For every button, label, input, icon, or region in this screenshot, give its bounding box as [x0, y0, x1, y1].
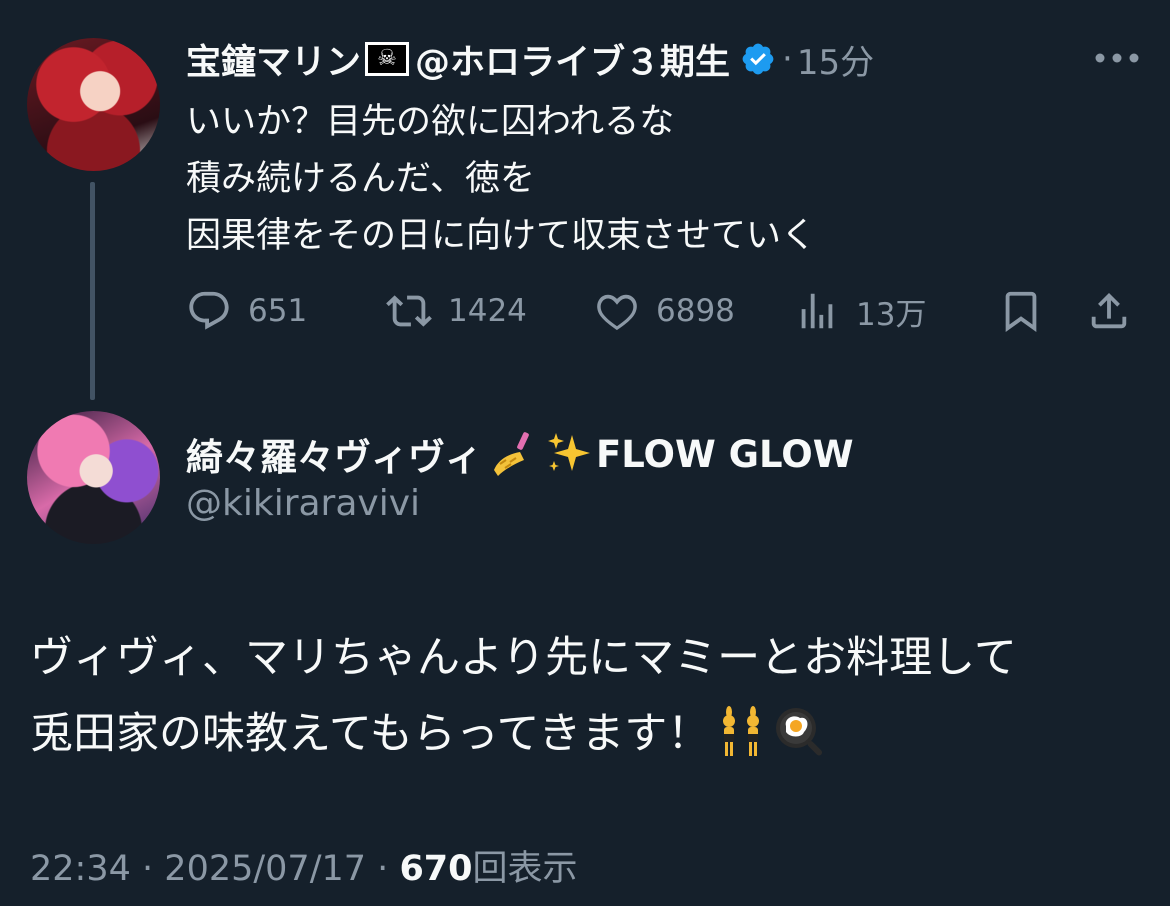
- parent-tweet-text: いいか？目先の欲に囚われるな 積み続けるんだ、徳を 因果律をその日に向けて収束さ…: [186, 94, 816, 265]
- views-button[interactable]: 13万: [794, 287, 926, 335]
- like-button[interactable]: 6898: [594, 287, 735, 335]
- tweet-text-line: 積み続けるんだ、徳を: [186, 159, 535, 199]
- bookmark-button[interactable]: [998, 287, 1060, 335]
- display-name[interactable]: 宝鐘マリン: [186, 34, 361, 85]
- avatar-vivi[interactable]: [27, 411, 160, 544]
- thread-connector-line: [90, 182, 95, 400]
- reply-icon: [189, 291, 229, 330]
- heart-icon: [597, 294, 637, 331]
- tweet-text-fragment: 兎田家の味教えてもらってきます！: [30, 709, 711, 759]
- reply-handle[interactable]: @kikiraravivi: [186, 483, 420, 524]
- cooking-pan-icon: [776, 708, 823, 756]
- footer-separator: ·: [377, 849, 389, 889]
- views-count: 13万: [856, 296, 927, 333]
- retweet-button[interactable]: 1424: [386, 287, 527, 335]
- parent-tweet-header: 宝鐘マリン ☠ @ホロライブ３期生 · 15分: [186, 34, 874, 84]
- tweet-separator: ·: [782, 39, 793, 79]
- display-name-suffix: FLOW GLOW: [596, 432, 854, 476]
- tweet-text-line: 兎田家の味教えてもらってきます！: [30, 696, 1017, 772]
- display-name-suffix[interactable]: @ホロライブ３期生: [415, 34, 730, 85]
- tweet-text-line: ヴィヴィ、マリちゃんより先にマミーとお料理して: [30, 633, 1017, 683]
- footer-separator: ·: [142, 849, 154, 889]
- bunny-dancers-icon: [723, 706, 760, 756]
- views-total[interactable]: 670: [399, 849, 472, 889]
- tweet-time-ago[interactable]: 15分: [797, 35, 874, 84]
- tweet-action-bar: 651 1424 6898 13万: [186, 287, 1146, 335]
- reply-tweet-text: ヴィヴィ、マリちゃんより先にマミーとお料理して 兎田家の味教えてもらってきます！: [30, 620, 1017, 772]
- reply-count: 651: [248, 293, 308, 329]
- tweet-detail-page: 宝鐘マリン ☠ @ホロライブ３期生 · 15分 いいか？目先の欲に囚われるな 積…: [0, 0, 1170, 906]
- nail-polish-icon: [494, 432, 529, 476]
- reply-display-name-row[interactable]: 綺々羅々ヴィヴィ FLOW GLOW: [186, 428, 854, 480]
- display-name: 綺々羅々ヴィヴィ: [186, 436, 482, 479]
- more-options-icon[interactable]: [1094, 52, 1140, 64]
- retweet-count: 1424: [448, 293, 527, 329]
- pirate-flag-icon: ☠: [365, 42, 410, 76]
- tweet-date[interactable]: 2025/07/17: [164, 849, 366, 889]
- share-button[interactable]: [1086, 287, 1148, 335]
- tweet-text-line: 因果律をその日に向けて収束させていく: [186, 216, 817, 256]
- tweet-text-line: いいか？目先の欲に囚われるな: [186, 102, 675, 142]
- avatar-marine[interactable]: [27, 38, 160, 171]
- tweet-footer: 22:34 · 2025/07/17 · 670回表示: [30, 840, 578, 891]
- analytics-icon: [801, 293, 833, 329]
- views-label: 回表示: [472, 849, 578, 889]
- reply-button[interactable]: 651: [186, 287, 307, 335]
- verified-badge-icon: [742, 43, 774, 75]
- retweet-icon: [386, 295, 432, 327]
- share-icon: [1091, 292, 1127, 329]
- bookmark-icon: [1005, 291, 1037, 332]
- sparkles-icon: [548, 433, 590, 471]
- like-count: 6898: [656, 293, 735, 329]
- tweet-time[interactable]: 22:34: [30, 849, 131, 889]
